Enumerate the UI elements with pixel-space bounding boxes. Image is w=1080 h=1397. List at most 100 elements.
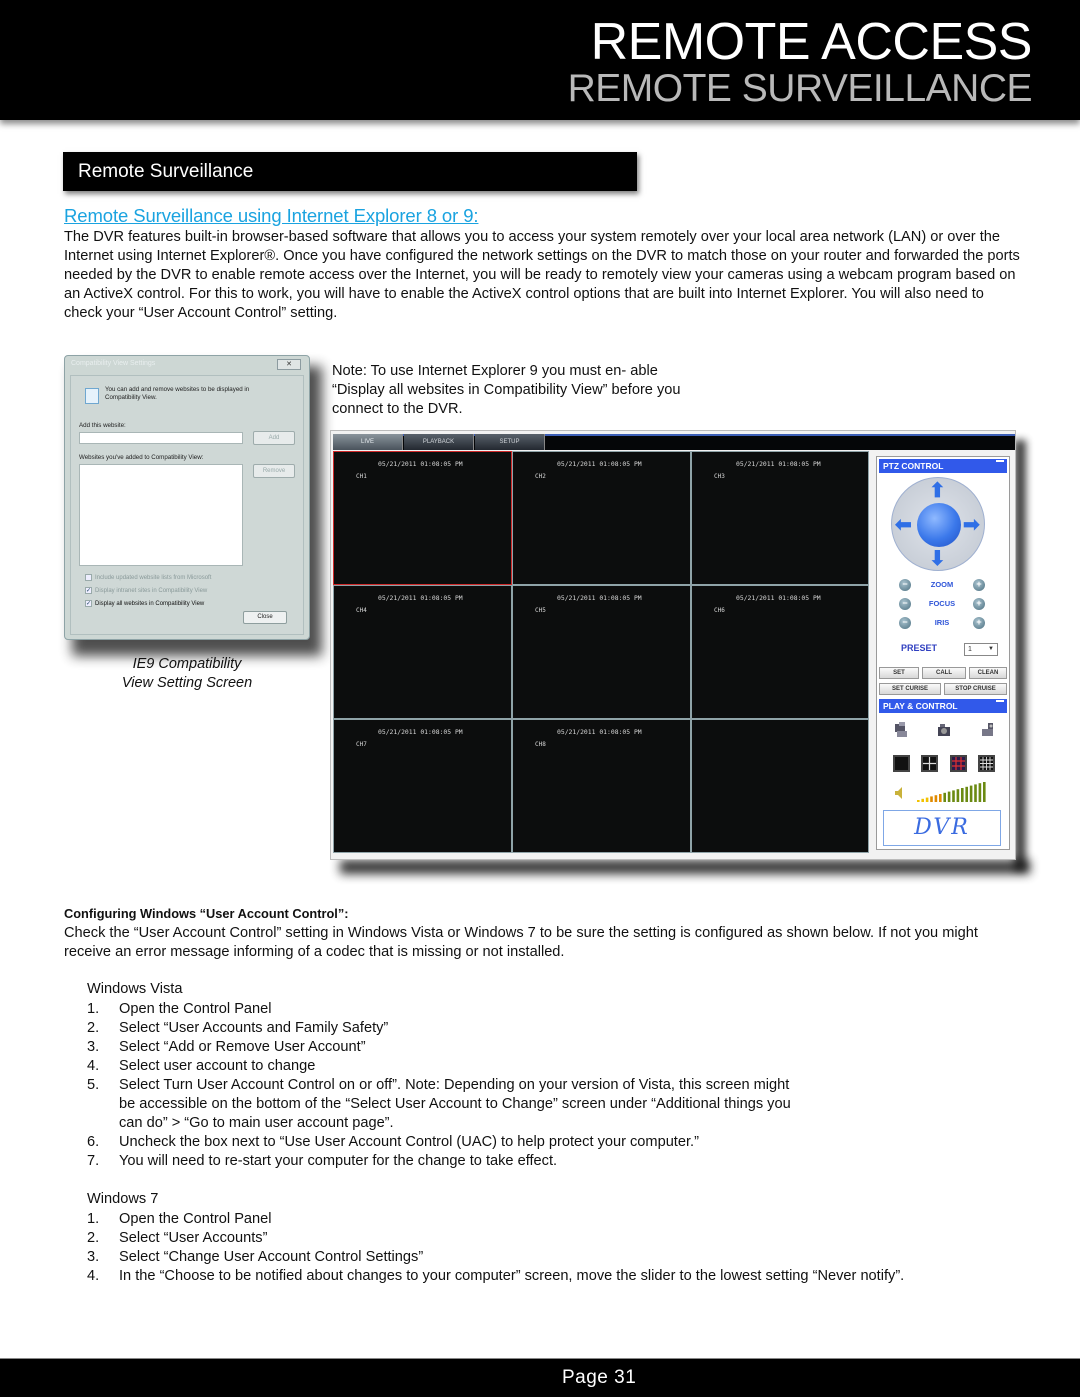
websites-list-label: Websites you've added to Compatibility V… <box>79 454 204 461</box>
subheading-link[interactable]: Remote Surveillance using Internet Explo… <box>64 205 479 227</box>
websites-list[interactable] <box>79 464 243 566</box>
step-number: 4. <box>87 1268 100 1284</box>
camera-cell[interactable]: 05/21/2011 01:08:05 PM CH5 <box>512 585 691 719</box>
step-number: 1. <box>87 1211 100 1227</box>
play-header-label: PLAY & CONTROL <box>883 701 958 711</box>
volume-bar <box>978 783 982 802</box>
camera-cell[interactable] <box>691 719 869 853</box>
stop-cruise-button[interactable]: STOP CRUISE <box>944 683 1007 695</box>
camera-cell[interactable]: 05/21/2011 01:08:05 PM CH8 <box>512 719 691 853</box>
arrow-up-icon[interactable]: ⬆ <box>929 481 946 501</box>
tab-setup[interactable]: SETUP <box>475 434 545 450</box>
layout-1-icon[interactable] <box>893 755 910 772</box>
uac-heading: Configuring Windows “User Account Contro… <box>64 906 349 921</box>
zoom-in-icon[interactable]: + <box>973 579 985 591</box>
layout-4-icon[interactable] <box>921 755 939 772</box>
volume-bar <box>965 786 968 802</box>
minimize-icon[interactable] <box>996 700 1004 702</box>
focus-control: − FOCUS + <box>899 597 985 611</box>
arrow-right-icon[interactable]: ➡ <box>963 515 980 535</box>
camera-timestamp: 05/21/2011 01:08:05 PM <box>557 728 642 736</box>
ptz-center-ball[interactable] <box>917 503 961 547</box>
step-text: Select “User Accounts and Family Safety” <box>119 1020 389 1036</box>
dialog-info-text: You can add and remove websites to be di… <box>105 386 250 401</box>
checkbox-display-intranet[interactable]: ✓ Display intranet sites in Compatibilit… <box>85 587 207 594</box>
arrow-left-icon[interactable]: ⬅ <box>895 515 912 535</box>
camera-cell[interactable]: 05/21/2011 01:08:05 PM CH6 <box>691 585 869 719</box>
list-item: 4. Select user account to change <box>87 1057 807 1076</box>
camera-timestamp: 05/21/2011 01:08:05 PM <box>378 728 463 736</box>
caption-line-2: View Setting Screen <box>121 675 253 691</box>
layout-16-icon[interactable] <box>977 755 995 772</box>
camera-cell[interactable]: 05/21/2011 01:08:05 PM CH1 <box>333 451 512 585</box>
camera-timestamp: 05/21/2011 01:08:05 PM <box>736 594 821 602</box>
record-icon[interactable] <box>893 721 911 739</box>
checkbox-box[interactable] <box>85 574 92 581</box>
page-footer: Page 31 <box>0 1358 1080 1397</box>
list-item: 1. Open the Control Panel <box>87 1000 807 1019</box>
add-website-input[interactable] <box>79 432 243 444</box>
header-title: REMOTE ACCESS <box>590 13 1033 71</box>
step-number: 3. <box>87 1039 100 1055</box>
checkbox-box[interactable]: ✓ <box>85 587 92 594</box>
ptz-joystick[interactable]: ⬆ ⬇ ⬅ ➡ <box>891 477 985 571</box>
step-number: 7. <box>87 1153 100 1169</box>
step-text: Uncheck the box next to “Use User Accoun… <box>119 1134 699 1150</box>
camera-timestamp: 05/21/2011 01:08:05 PM <box>736 460 821 468</box>
call-button[interactable]: CALL <box>922 667 966 679</box>
camera-timestamp: 05/21/2011 01:08:05 PM <box>557 594 642 602</box>
tab-live[interactable]: LIVE <box>333 434 403 450</box>
zoom-control: − ZOOM + <box>899 578 985 592</box>
remove-button[interactable]: Remove <box>253 464 295 478</box>
camera-cell[interactable]: 05/21/2011 01:08:05 PM CH2 <box>512 451 691 585</box>
tab-playback[interactable]: PLAYBACK <box>404 434 474 450</box>
compatibility-view-dialog: Compatibility View Settings ✕ You can ad… <box>64 355 310 640</box>
volume-bar <box>952 790 955 802</box>
dialog-close-button[interactable]: Close <box>243 611 287 624</box>
set-cruise-button[interactable]: SET CURISE <box>879 683 941 695</box>
header-subtitle: REMOTE SURVEILLANCE <box>567 67 1033 110</box>
vista-steps: 1. Open the Control Panel 2. Select “User … <box>87 1000 807 1171</box>
dialog-caption: IE9 Compatibility View Setting Screen <box>64 655 310 693</box>
step-text: Open the Control Panel <box>119 1001 272 1017</box>
ie9-note: Note: To use Internet Explorer 9 you mus… <box>332 363 681 417</box>
camera-cell[interactable]: 05/21/2011 01:08:05 PM CH7 <box>333 719 512 853</box>
volume-bar <box>921 798 924 802</box>
add-button[interactable]: Add <box>253 431 295 445</box>
checkbox-display-all-websites[interactable]: ✓ Display all websites in Compatibility … <box>85 600 204 607</box>
camera-cell[interactable]: 05/21/2011 01:08:05 PM CH3 <box>691 451 869 585</box>
speaker-icon[interactable] <box>895 787 902 799</box>
step-number: 4. <box>87 1058 100 1074</box>
list-item: 2. Select “User Accounts and Family Safet… <box>87 1019 807 1038</box>
dialog-close-icon[interactable]: ✕ <box>277 359 301 370</box>
intro-paragraph: The DVR features built-in browser-based … <box>64 229 1020 321</box>
camera-icon[interactable] <box>936 721 954 739</box>
checkbox-label: Display all websites in Compatibility Vi… <box>95 600 205 607</box>
arrow-down-icon[interactable]: ⬇ <box>929 549 946 569</box>
camera-channel: CH3 <box>714 473 725 480</box>
minimize-icon[interactable] <box>996 460 1004 462</box>
camera-channel: CH4 <box>356 607 367 614</box>
snapshot-icon[interactable] <box>979 721 997 739</box>
focus-plus-icon[interactable]: + <box>973 598 985 610</box>
layout-9-icon[interactable] <box>949 755 967 772</box>
checkbox-label: Display intranet sites in Compatibility … <box>95 587 208 594</box>
dialog-body: You can add and remove websites to be di… <box>70 375 304 635</box>
clean-button[interactable]: CLEAN <box>969 667 1007 679</box>
volume-bar <box>974 784 977 802</box>
preset-select[interactable]: 1 ▼ <box>964 643 998 656</box>
volume-slider[interactable] <box>891 782 991 804</box>
checkbox-include-updated-lists[interactable]: Include updated website lists from Micro… <box>85 574 211 581</box>
volume-bar <box>947 791 951 802</box>
dvr-logo: DVR <box>883 810 1001 846</box>
set-button[interactable]: SET <box>879 667 919 679</box>
checkbox-label: Include updated website lists from Micro… <box>95 574 212 581</box>
iris-plus-icon[interactable]: + <box>973 617 985 629</box>
section-bar: Remote Surveillance <box>63 152 637 191</box>
vista-heading: Windows Vista <box>87 981 183 997</box>
camera-grid: 05/21/2011 01:08:05 PM CH1 05/21/2011 01… <box>333 451 869 853</box>
checkbox-box[interactable]: ✓ <box>85 600 92 607</box>
camera-cell[interactable]: 05/21/2011 01:08:05 PM CH4 <box>333 585 512 719</box>
list-item: 4. In the “Choose to be notified about ch… <box>87 1267 1037 1286</box>
camera-channel: CH5 <box>535 607 546 614</box>
